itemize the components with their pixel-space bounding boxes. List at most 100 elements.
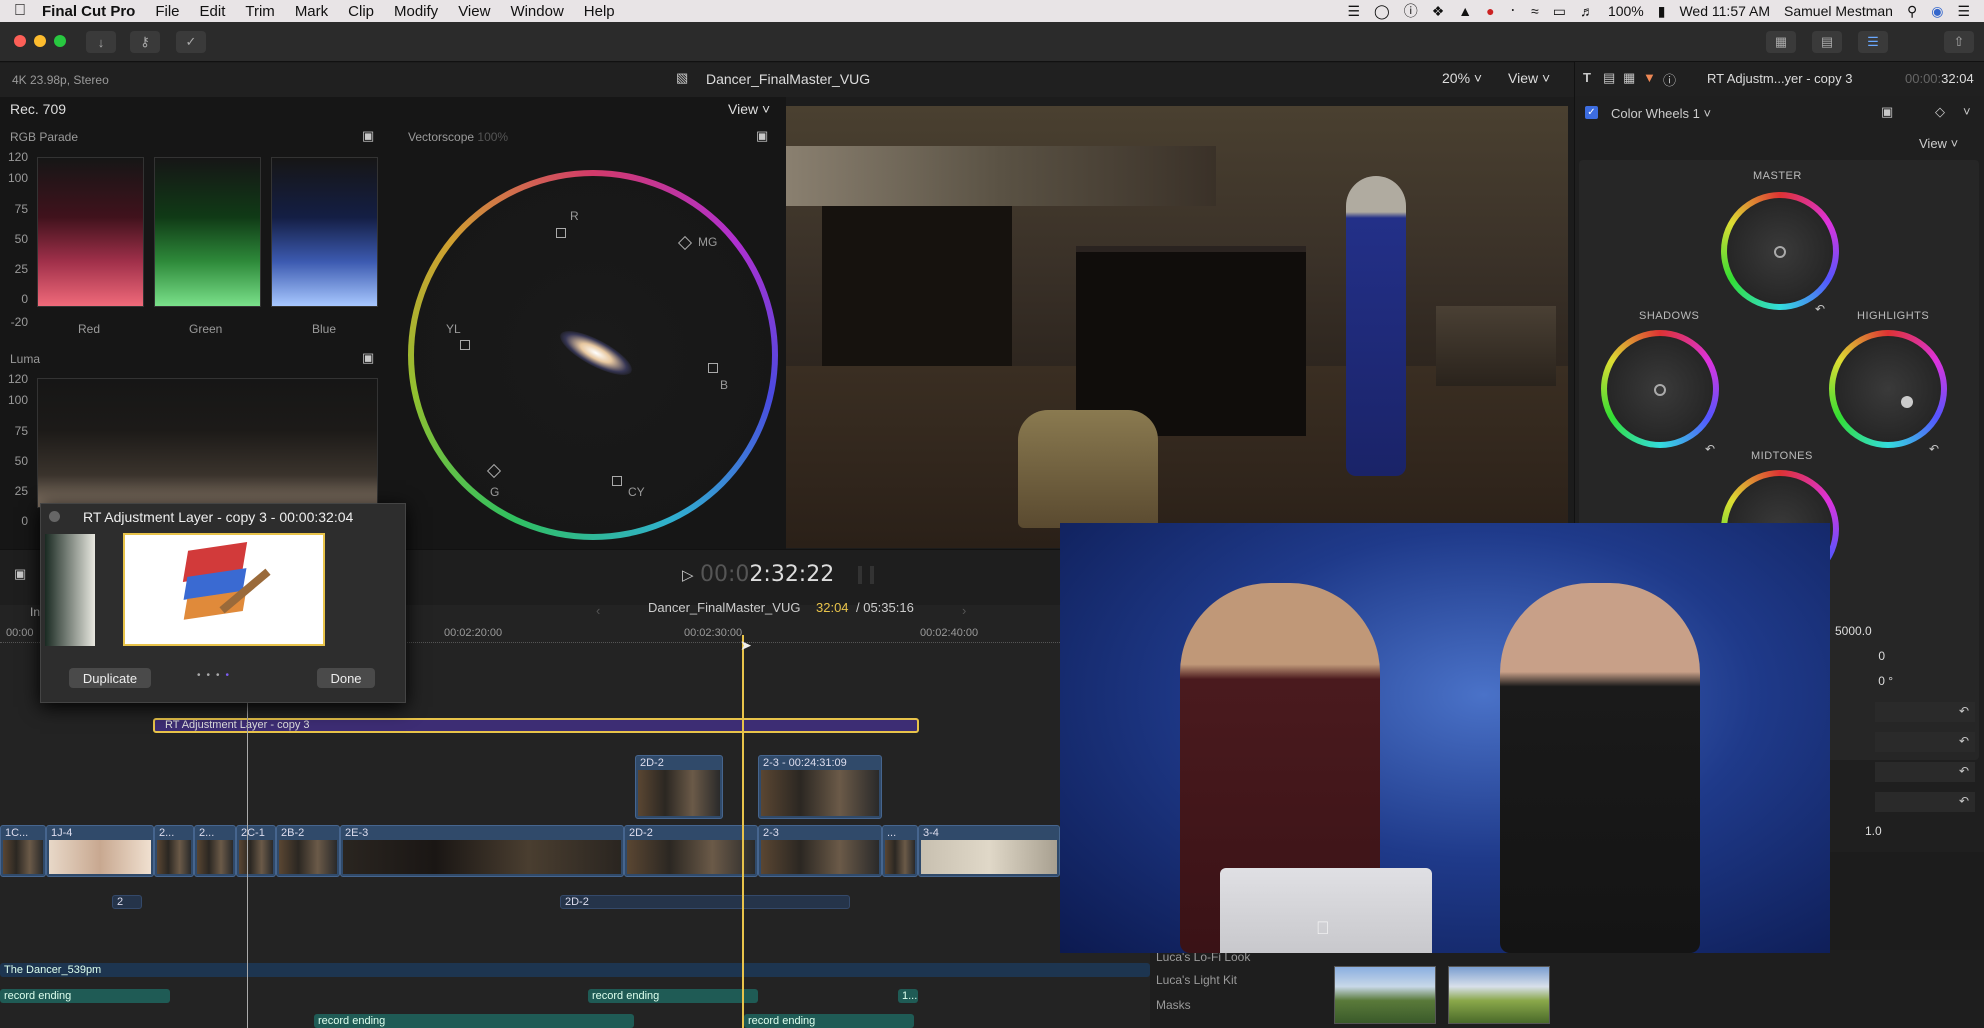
menu-edit[interactable]: Edit [200,3,226,20]
airplay-icon[interactable]: ▭ [1553,3,1566,20]
browser-item[interactable]: Masks [1156,998,1191,1012]
text-tab-icon[interactable]: T [1583,70,1591,85]
zoom-select[interactable]: 20% ˅ [1442,70,1482,86]
controls-icon[interactable]: ☰ [1347,3,1360,20]
menu-help[interactable]: Help [584,3,615,20]
dropbox-icon[interactable]: ❖ [1432,3,1445,20]
menu-trim[interactable]: Trim [245,3,274,20]
notifications-icon[interactable]: ☰ [1957,3,1970,20]
effect-select[interactable]: Color Wheels 1 ˅ [1611,106,1711,121]
duplicate-button[interactable]: Duplicate [69,668,151,688]
cc-icon[interactable]: ◯ [1374,3,1390,20]
master-puck[interactable] [1774,246,1786,258]
search-icon[interactable]: ⚲ [1907,3,1917,20]
close-button[interactable] [14,35,26,47]
color-tab-icon[interactable]: ▼ [1643,70,1656,85]
popup-thumbnail[interactable] [123,533,325,646]
share-button[interactable]: ⇧ [1944,31,1974,53]
temperature-value[interactable]: 5000.0 [1835,624,1872,638]
timeline-index-label[interactable]: In [30,605,40,619]
primary-clip[interactable]: 2C-1 [236,825,276,877]
clock[interactable]: Wed 11:57 AM [1679,3,1770,19]
highlights-wheel[interactable] [1829,330,1947,448]
browser-item[interactable]: Luca's Light Kit [1156,973,1237,987]
background-tasks-button[interactable]: ✓ [176,31,206,53]
primary-clip[interactable]: 2B-2 [276,825,340,877]
selection-tool-icon[interactable]: ▣ [14,566,26,582]
keyword-button[interactable]: ⚷ [130,31,160,53]
chevron-left-icon[interactable]: ‹ [596,603,600,618]
connected-clip[interactable]: 2-3 - 00:24:31:09 [758,755,882,819]
apple-icon[interactable]:  [14,2,26,20]
mix-value[interactable]: 1.0 [1865,824,1882,838]
info-icon[interactable]: ⓘ [1404,1,1418,21]
menu-modify[interactable]: Modify [394,3,438,20]
info-tab-icon[interactable]: ⓘ [1663,70,1676,89]
browser-toggle-button[interactable]: ▦ [1766,31,1796,53]
keyframe-icon[interactable]: ◇ [1935,104,1945,120]
primary-clip[interactable]: ... [882,825,918,877]
primary-clip[interactable]: 2E-3 [340,825,624,877]
reset-icon[interactable]: ↶ [1959,764,1969,778]
battery-icon[interactable]: ▮ [1658,3,1666,20]
user-name[interactable]: Samuel Mestman [1784,3,1893,19]
zoom-button[interactable] [54,35,66,47]
effect-thumbnail[interactable] [1334,966,1436,1024]
drive-icon[interactable]: ▲ [1458,3,1472,19]
highlights-puck[interactable] [1901,396,1913,408]
volume-icon[interactable]: ♬ [1580,3,1594,19]
connected-clip-lower[interactable]: 2D-2 [560,895,850,909]
siri-icon[interactable]: ◉ [1931,3,1943,20]
connected-clip-lower[interactable]: 2 [112,895,142,909]
music-clip[interactable]: The Dancer_539pm [0,963,1150,977]
chevron-right-icon[interactable]: › [962,603,966,618]
menu-clip[interactable]: Clip [348,3,374,20]
timecode-display[interactable]: 00:02:32:22 [700,562,834,587]
generator-tab-icon[interactable]: ▤ [1603,70,1615,86]
reset-icon[interactable]: ↶ [1705,442,1715,456]
effect-thumbnail[interactable] [1448,966,1550,1024]
inspector-toggle-button[interactable]: ☰ [1858,31,1888,53]
reset-icon[interactable]: ↶ [1929,442,1939,456]
audio-clip[interactable]: record ending [588,989,758,1003]
menu-view[interactable]: View [458,3,490,20]
effect-enable-checkbox[interactable]: ✓ [1585,106,1598,119]
wifi-icon[interactable]: ≈ [1531,3,1539,19]
app-menu[interactable]: Final Cut Pro [42,3,135,20]
minimize-button[interactable] [34,35,46,47]
primary-clip[interactable]: 2... [194,825,236,877]
video-tab-icon[interactable]: ▦ [1623,70,1635,86]
luma-settings-icon[interactable]: ▣ [362,350,374,366]
menu-window[interactable]: Window [510,3,563,20]
bluetooth-icon[interactable]: ᛫ [1509,3,1517,19]
shadows-puck[interactable] [1654,384,1666,396]
reset-icon[interactable]: ↶ [1959,794,1969,808]
viewer-view-menu[interactable]: View ˅ [1508,70,1550,86]
play-icon[interactable]: ▷ [682,566,694,584]
tint-value[interactable]: 0 [1835,649,1885,663]
audio-clip[interactable]: record ending [314,1014,634,1028]
connected-clip[interactable]: 2D-2 [635,755,723,819]
reset-icon[interactable]: ↶ [1815,302,1825,316]
viewer-canvas[interactable] [786,106,1568,548]
primary-clip[interactable]: 1J-4 [46,825,154,877]
hue-value[interactable]: 0 ° [1835,674,1893,688]
page-dots[interactable]: •••• [197,670,235,681]
adjustment-layer-clip[interactable]: RT Adjustment Layer - copy 3 [153,718,919,733]
audio-clip[interactable]: record ending [744,1014,914,1028]
reset-icon[interactable]: ↶ [1959,704,1969,718]
mask-icon[interactable]: ▣ [1881,104,1893,120]
audio-clip[interactable]: record ending [0,989,170,1003]
done-button[interactable]: Done [317,668,375,688]
import-button[interactable]: ↓ [86,31,116,53]
primary-clip[interactable]: 2... [154,825,194,877]
scopes-view-menu[interactable]: View ˅ [728,101,770,117]
audio-clip[interactable]: 1... [898,989,918,1003]
popup-close-icon[interactable] [49,511,60,522]
reset-icon[interactable]: ↶ [1959,734,1969,748]
primary-clip[interactable]: 2-3 [758,825,882,877]
vectorscope-settings-icon[interactable]: ▣ [756,128,768,144]
playhead-line[interactable] [742,635,744,1028]
primary-clip[interactable]: 1C... [0,825,46,877]
menu-file[interactable]: File [155,3,179,20]
